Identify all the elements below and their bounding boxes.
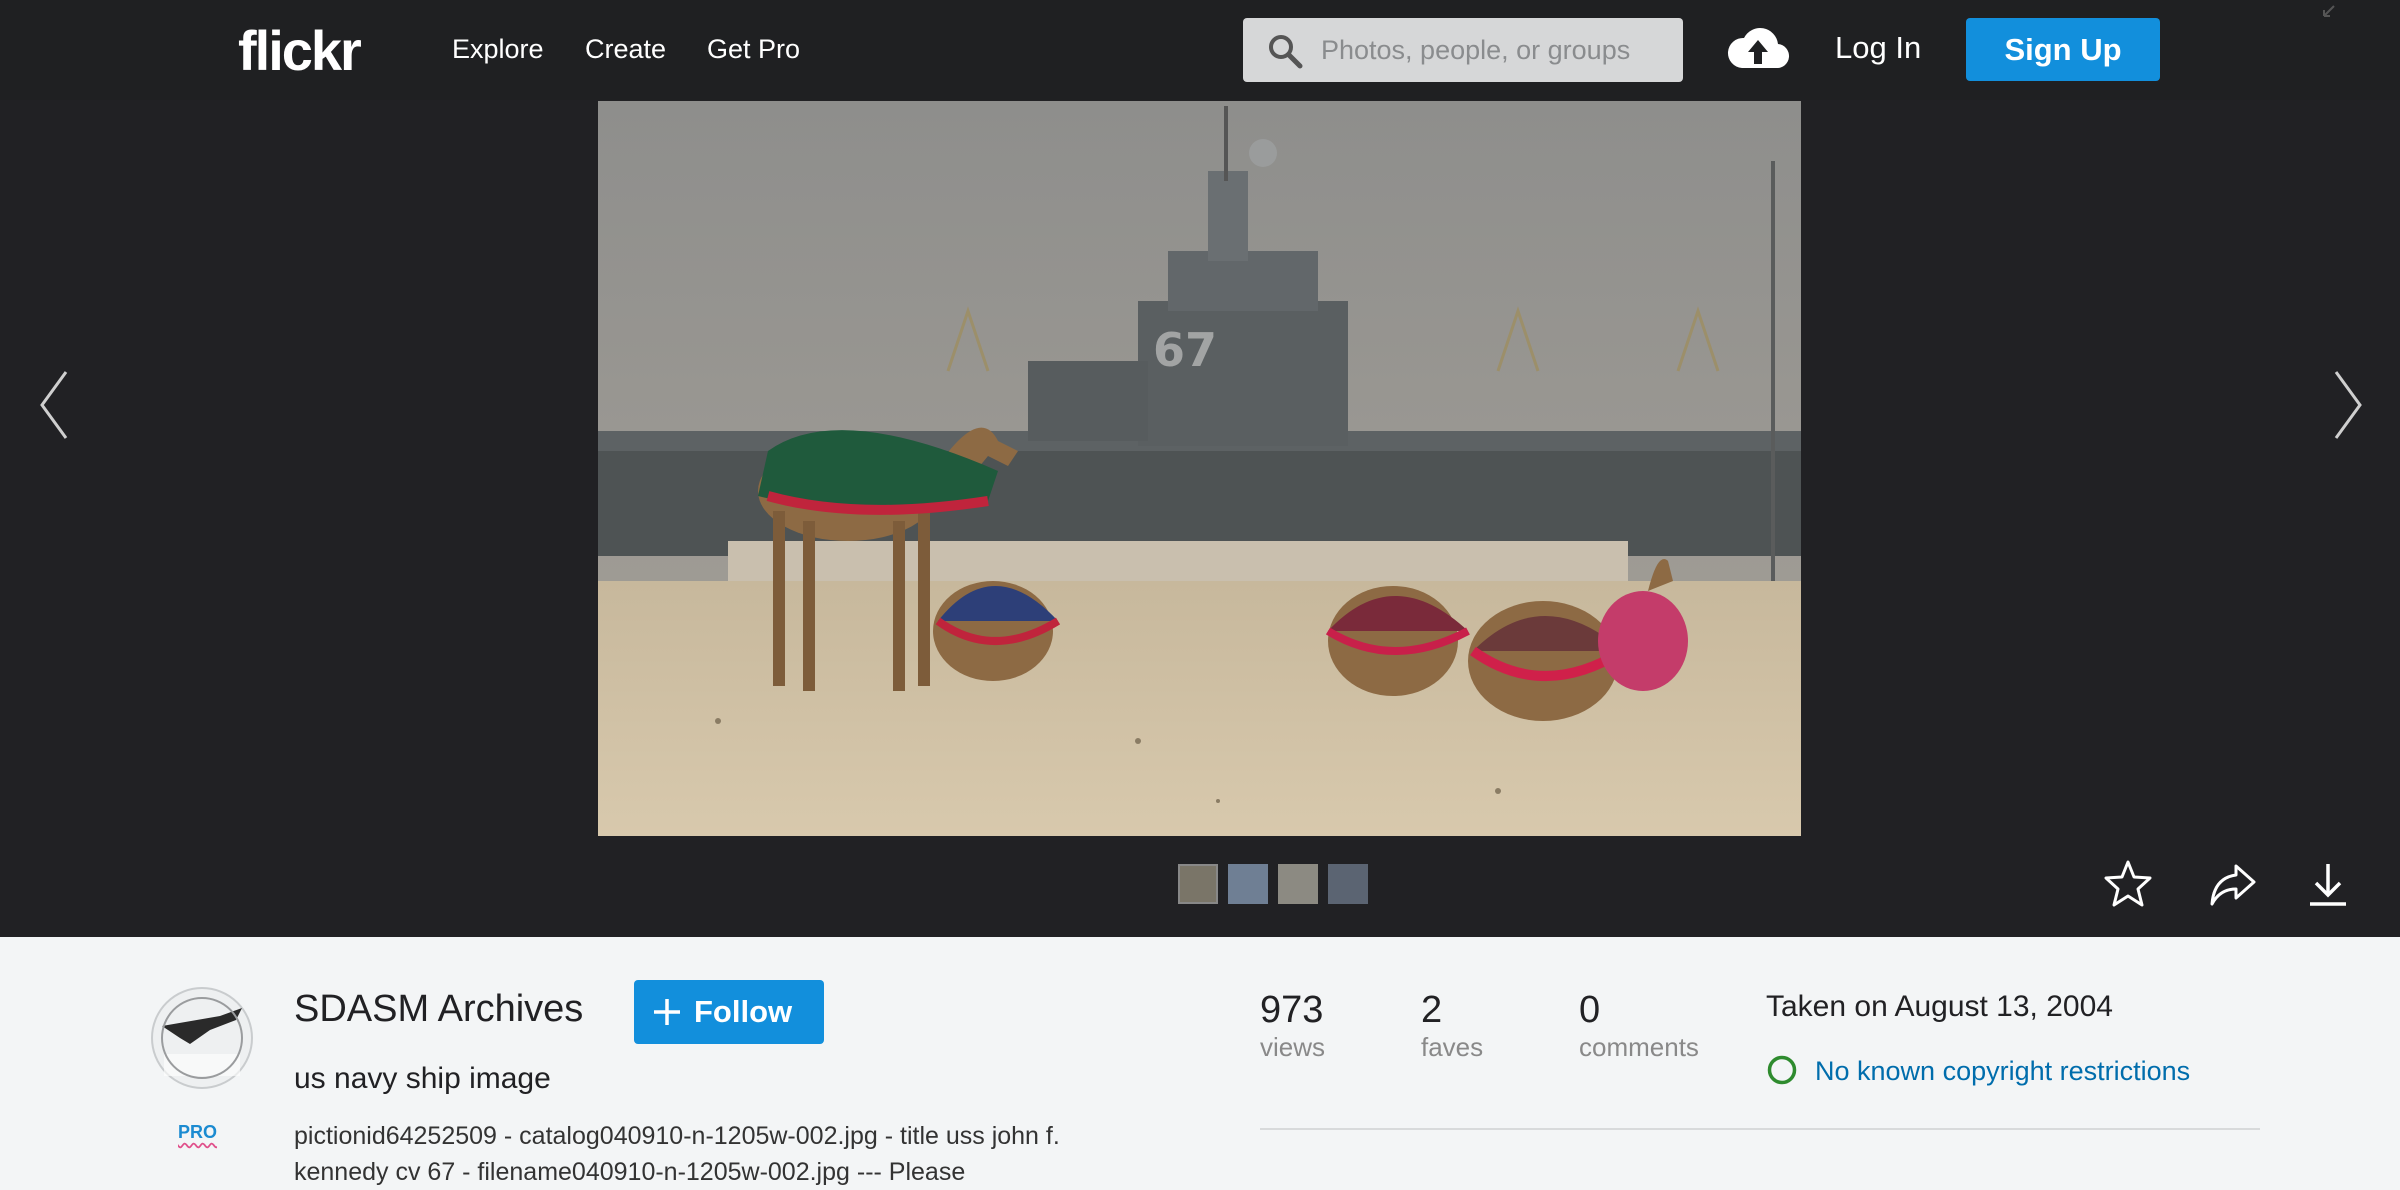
login-link[interactable]: Log In bbox=[1835, 30, 1921, 66]
license-circle-icon bbox=[1767, 1055, 1797, 1085]
divider bbox=[1260, 1128, 2260, 1130]
faves-count: 2 bbox=[1421, 989, 1443, 1031]
chevron-left-icon[interactable] bbox=[36, 368, 76, 442]
photo-title: us navy ship image bbox=[294, 1062, 551, 1095]
views-label: views bbox=[1260, 1032, 1326, 1062]
plus-icon bbox=[654, 999, 680, 1025]
search-input[interactable] bbox=[1321, 18, 1666, 82]
nav-explore[interactable]: Explore bbox=[452, 34, 544, 65]
svg-text:67: 67 bbox=[1153, 323, 1217, 377]
owner-avatar[interactable] bbox=[150, 986, 254, 1108]
follow-button[interactable]: Follow bbox=[634, 980, 824, 1044]
top-navigation-bar: flickr Explore Create Get Pro Log In Sig… bbox=[0, 0, 2400, 100]
photo-description: pictionid64252509 - catalog040910-n-1205… bbox=[294, 1122, 1060, 1186]
download-icon[interactable] bbox=[2302, 858, 2354, 910]
owner-name[interactable]: SDASM Archives bbox=[294, 988, 583, 1031]
search-icon[interactable] bbox=[1267, 33, 1303, 69]
nav-get-pro[interactable]: Get Pro bbox=[707, 34, 800, 65]
photo-viewer: 67 bbox=[0, 100, 2400, 937]
thumbnail-4[interactable] bbox=[1328, 864, 1368, 904]
comments-stat: 0 comments bbox=[1579, 988, 1699, 1062]
signup-button[interactable]: Sign Up bbox=[1966, 18, 2160, 81]
pro-badge[interactable]: PRO bbox=[178, 1122, 217, 1143]
star-icon[interactable] bbox=[2102, 858, 2154, 910]
cloud-upload-icon[interactable] bbox=[1726, 22, 1790, 72]
nav-create[interactable]: Create bbox=[585, 34, 666, 65]
main-photo[interactable]: 67 bbox=[598, 101, 1801, 836]
thumbnail-3[interactable] bbox=[1278, 864, 1318, 904]
follow-label: Follow bbox=[694, 994, 793, 1029]
thumbnail-1[interactable] bbox=[1178, 864, 1218, 904]
comments-count: 0 bbox=[1579, 989, 1601, 1031]
comments-label: comments bbox=[1579, 1032, 1699, 1062]
views-count: 973 bbox=[1260, 989, 1324, 1031]
faves-stat: 2 faves bbox=[1421, 988, 1483, 1062]
share-icon[interactable] bbox=[2206, 858, 2258, 910]
taken-date: Taken on August 13, 2004 bbox=[1766, 990, 2113, 1023]
faves-label: faves bbox=[1421, 1032, 1484, 1062]
search-box[interactable] bbox=[1243, 18, 1683, 82]
chevron-right-icon[interactable] bbox=[2326, 368, 2366, 442]
thumbnail-2[interactable] bbox=[1228, 864, 1268, 904]
views-stat: 973 views bbox=[1260, 988, 1325, 1062]
flickr-logo[interactable]: flickr bbox=[238, 18, 362, 83]
collapse-icon[interactable] bbox=[2320, 0, 2344, 20]
license-link[interactable]: No known copyright restrictions bbox=[1815, 1056, 2190, 1087]
